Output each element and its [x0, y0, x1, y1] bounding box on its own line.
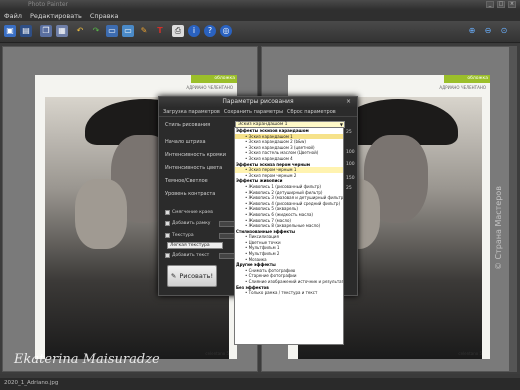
- dropdown-option[interactable]: • Только рамка / текстура и текст: [235, 290, 343, 296]
- pencil-icon: ✎: [170, 272, 177, 280]
- field-dark-light: Темное/Светлое: [165, 178, 208, 184]
- checkbox-icon[interactable]: [165, 233, 170, 238]
- zoom-out-icon[interactable]: ⊖: [482, 25, 494, 37]
- check-add-text-label: Добавить текст: [172, 253, 210, 258]
- settings-icon[interactable]: ✎: [138, 25, 150, 37]
- magazine-tag-strip-result: обложка: [444, 75, 490, 83]
- checkbox-icon[interactable]: [165, 221, 170, 226]
- page-number: celentano 5: [205, 351, 229, 356]
- site-watermark: © Страна Мастеров: [494, 186, 503, 270]
- paste-icon[interactable]: ▦: [56, 25, 68, 37]
- value-dark-light: 150: [346, 176, 355, 181]
- field-color-intensity: Интенсивность цвета: [165, 165, 223, 171]
- vertical-scrollbar[interactable]: [509, 46, 517, 372]
- checkbox-icon[interactable]: [165, 253, 170, 258]
- menu-edit[interactable]: Редактировать: [30, 12, 82, 20]
- tab-load-params[interactable]: Загрузка параметров: [163, 109, 220, 115]
- value-contrast: 25: [346, 186, 352, 191]
- field-stroke-start: Начало штриха: [165, 139, 206, 145]
- tab-reset-params[interactable]: Сброс параметров: [287, 109, 336, 115]
- magazine-tag: обложка: [214, 76, 235, 81]
- magazine-subtitle-result: АДРИАНО ЧЕЛЕНТАНО: [439, 85, 486, 90]
- hand-shape: [75, 179, 127, 249]
- menu-bar: Файл Редактировать Справка: [0, 10, 520, 21]
- style-dropdown-list[interactable]: Эффекты эскизов карандашом • Эскиз каранд…: [234, 127, 344, 345]
- save-icon[interactable]: ▤: [20, 25, 32, 37]
- check-smooth-edges[interactable]: Смягчение краев: [165, 210, 213, 215]
- check-add-frame[interactable]: Добавить рамку: [165, 221, 210, 226]
- toolbar: ▣ ▤ ❐ ▦ ↶ ↷ ▭ ▭ ✎ T ⎙ i ? ◎ ⊕ ⊖ ⊙: [0, 21, 520, 43]
- window-title: Photo Painter: [28, 1, 69, 8]
- dropdown-option[interactable]: • Живопись 3 (мазовая и детуширный фильт…: [235, 195, 343, 201]
- check-smooth-edges-label: Смягчение краев: [172, 210, 213, 215]
- redo-icon[interactable]: ↷: [90, 25, 102, 37]
- draw-button[interactable]: ✎ Рисовать!: [167, 265, 217, 287]
- dialog-close-icon[interactable]: ×: [346, 98, 354, 105]
- check-add-text[interactable]: Добавить текст: [165, 253, 209, 258]
- magazine-subtitle: АДРИАНО ЧЕЛЕНТАНО: [186, 85, 233, 90]
- signature-watermark: Ekaterina Maisuradze: [14, 352, 160, 367]
- magazine-tag-result: обложка: [467, 76, 488, 81]
- text-icon[interactable]: T: [154, 25, 166, 37]
- info-icon[interactable]: i: [188, 25, 200, 37]
- print-icon[interactable]: ⎙: [172, 25, 184, 37]
- field-edge-intensity: Интенсивность кромки: [165, 152, 227, 158]
- globe-icon[interactable]: ◎: [220, 25, 232, 37]
- check-add-frame-label: Добавить рамку: [172, 221, 211, 226]
- undo-icon[interactable]: ↶: [74, 25, 86, 37]
- landscape-icon[interactable]: ▭: [122, 25, 134, 37]
- dialog-tabs: Загрузка параметров Сохранить параметры …: [159, 107, 357, 117]
- status-text: 2020_1_Adriano.jpg: [4, 380, 59, 386]
- value-color-intensity: 100: [346, 162, 355, 167]
- magazine-tag-strip: обложка: [191, 75, 237, 83]
- value-stroke-start: 25: [346, 130, 352, 135]
- zoom-in-icon[interactable]: ⊕: [466, 25, 478, 37]
- title-bar: Photo Painter _ □ ×: [0, 0, 520, 10]
- status-bar: 2020_1_Adriano.jpg: [0, 378, 520, 390]
- close-button[interactable]: ×: [508, 1, 516, 8]
- texture-select[interactable]: Легкая текстура: [167, 242, 223, 249]
- new-icon[interactable]: ▣: [4, 25, 16, 37]
- style-label: Стиль рисования: [165, 122, 211, 128]
- dropdown-option[interactable]: • Слияние изображений источник и результ…: [235, 279, 343, 285]
- minimize-button[interactable]: _: [486, 1, 494, 8]
- checkbox-icon[interactable]: [165, 210, 170, 215]
- check-texture-label: Текстура: [172, 233, 194, 238]
- menu-help[interactable]: Справка: [90, 12, 119, 20]
- zoom-fit-icon[interactable]: ⊙: [498, 25, 510, 37]
- tab-save-params[interactable]: Сохранить параметры: [224, 109, 283, 115]
- copy-icon[interactable]: ❐: [40, 25, 52, 37]
- dialog-title: Параметры рисования: [159, 97, 357, 107]
- image-icon[interactable]: ▭: [106, 25, 118, 37]
- window-controls: _ □ ×: [486, 1, 516, 8]
- check-texture[interactable]: Текстура: [165, 233, 194, 238]
- draw-button-label: Рисовать!: [179, 272, 214, 280]
- field-contrast: Уровень контраста: [165, 191, 216, 197]
- menu-file[interactable]: Файл: [4, 12, 22, 20]
- value-edge-intensity: 100: [346, 150, 355, 155]
- page-number-result: celentano 5: [458, 351, 482, 356]
- maximize-button[interactable]: □: [497, 1, 505, 8]
- help-icon[interactable]: ?: [204, 25, 216, 37]
